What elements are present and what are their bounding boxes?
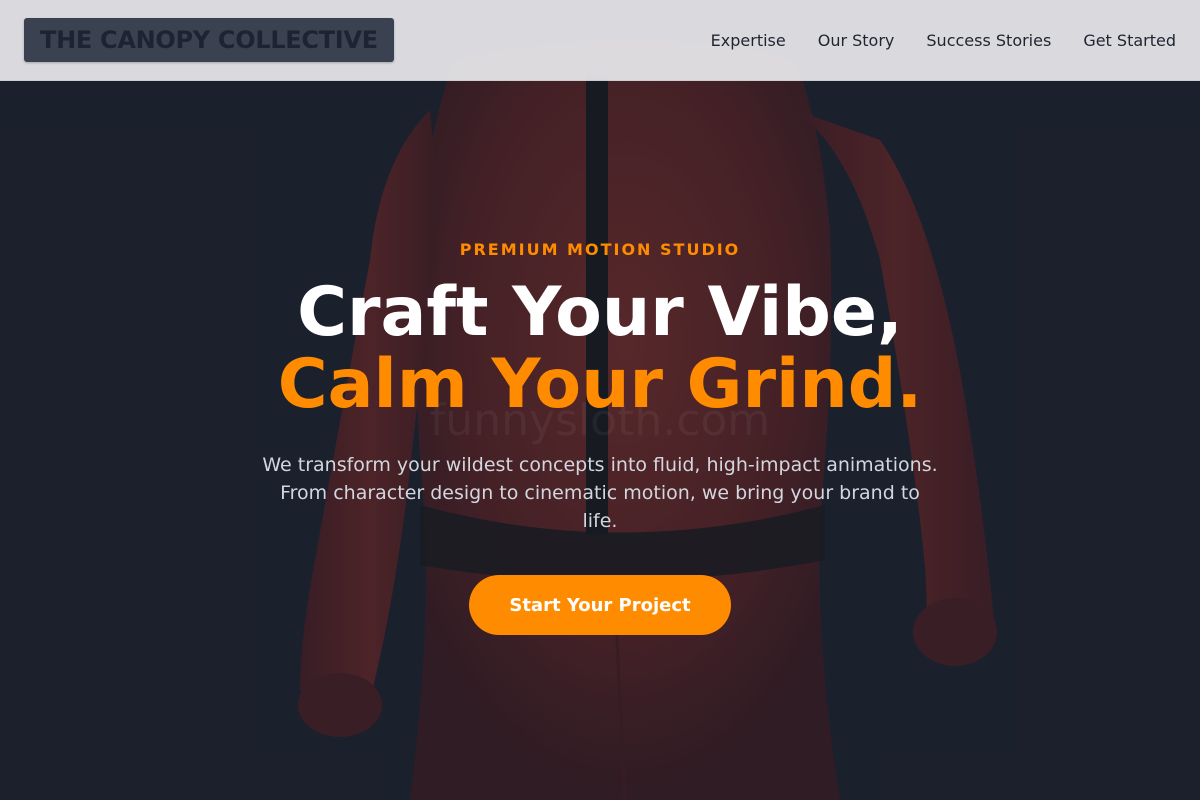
hero-eyebrow: PREMIUM MOTION STUDIO <box>459 240 741 259</box>
hero-section: PREMIUM MOTION STUDIO Craft Your Vibe, C… <box>0 240 1200 635</box>
site-header: THE CANOPY COLLECTIVE Expertise Our Stor… <box>0 0 1200 81</box>
nav-link-get-started[interactable]: Get Started <box>1083 31 1176 50</box>
logo[interactable]: THE CANOPY COLLECTIVE <box>24 18 394 62</box>
nav-link-our-story[interactable]: Our Story <box>818 31 895 50</box>
hero-headline-line2: Calm Your Grind. <box>277 345 923 424</box>
nav-link-success-stories[interactable]: Success Stories <box>926 31 1051 50</box>
landing-page: funnysloth.com THE CANOPY COLLECTIVE Exp… <box>0 0 1200 800</box>
hero-headline-line1: Craft Your Vibe, <box>297 273 903 352</box>
hero-subtext: We transform your wildest concepts into … <box>262 454 938 532</box>
main-nav: Expertise Our Story Success Stories Get … <box>711 31 1176 50</box>
logo-text: THE CANOPY COLLECTIVE <box>40 26 378 54</box>
nav-link-expertise[interactable]: Expertise <box>711 31 786 50</box>
hero-headline: Craft Your Vibe, Calm Your Grind. <box>0 277 1200 421</box>
start-project-button[interactable]: Start Your Project <box>469 575 731 635</box>
